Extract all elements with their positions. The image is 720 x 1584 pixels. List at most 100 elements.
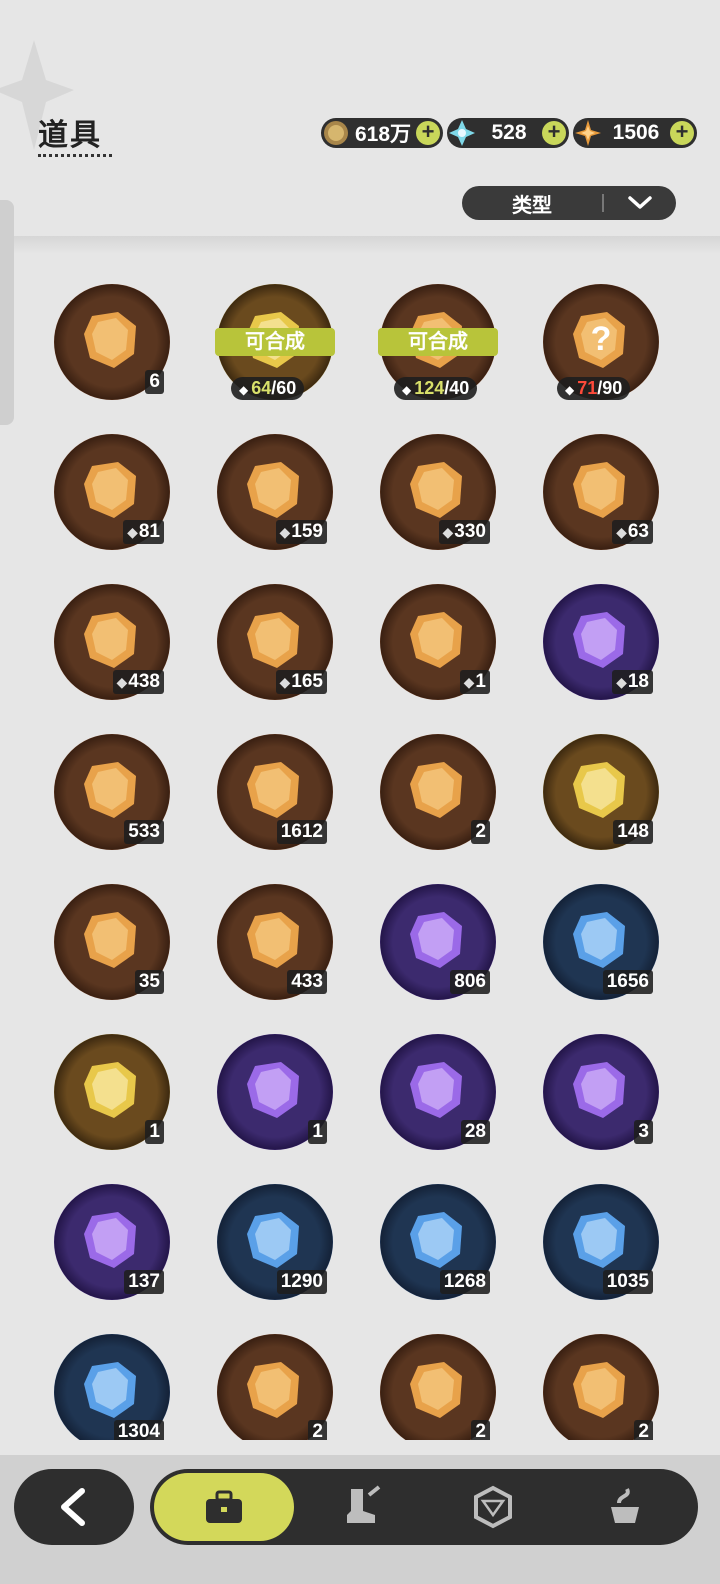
inventory-item[interactable]: 28 xyxy=(380,1034,496,1150)
pickaxe-icon xyxy=(573,1212,625,1268)
blue-star-crystal-icon xyxy=(247,762,299,818)
star-shard-icon xyxy=(574,119,602,147)
inventory-item[interactable]: ◆330 xyxy=(380,434,496,550)
gold-pouch-icon xyxy=(410,1062,462,1118)
inventory-item[interactable]: ? ◆ 71/90 xyxy=(543,284,659,400)
fragment-progress: ◆ 71/90 xyxy=(557,377,631,400)
inventory-item[interactable]: 1612 xyxy=(217,734,333,850)
add-crystal-button[interactable]: + xyxy=(542,121,566,145)
tab-items[interactable] xyxy=(154,1473,294,1541)
inventory-item[interactable]: 可合成 ◆ 64/60 xyxy=(215,284,335,400)
puzzle-piece-icon: ◆ xyxy=(616,524,627,540)
back-button[interactable] xyxy=(14,1469,134,1545)
item-count-value: 1612 xyxy=(280,821,323,842)
add-star-shard-button[interactable]: + xyxy=(670,121,694,145)
inventory-item[interactable]: 3 xyxy=(543,1034,659,1150)
white-mouse-puzzle-icon xyxy=(84,462,136,518)
item-count: 3 xyxy=(634,1120,653,1144)
inventory-item[interactable]: ◆63 xyxy=(543,434,659,550)
inventory-item[interactable]: 2 xyxy=(380,1334,496,1440)
inventory-item[interactable]: 1268 xyxy=(380,1184,496,1300)
inventory-item[interactable]: ◆159 xyxy=(217,434,333,550)
type-filter-label: 类型 xyxy=(512,194,552,217)
gold-coin-icon xyxy=(322,119,350,147)
inventory-item[interactable]: 6 xyxy=(54,284,170,400)
inventory-item[interactable]: 2 xyxy=(543,1334,659,1440)
fragment-progress: ◆ 124/40 xyxy=(394,377,478,400)
inventory-item[interactable]: ◆1 xyxy=(380,584,496,700)
birthday-cake-icon xyxy=(84,1062,136,1118)
item-count: 6 xyxy=(145,370,164,394)
inventory-item[interactable]: ◆18 xyxy=(543,584,659,700)
inventory-item[interactable]: 2 xyxy=(380,734,496,850)
inventory-item[interactable]: 1290 xyxy=(217,1184,333,1300)
item-count-value: 18 xyxy=(627,671,649,692)
inventory-item[interactable]: 1 xyxy=(217,1034,333,1150)
puzzle-piece-icon: ◆ xyxy=(616,674,627,690)
inventory-item[interactable]: 1 xyxy=(54,1034,170,1150)
item-count: 433 xyxy=(287,970,327,994)
item-count: 1290 xyxy=(276,1270,327,1294)
item-count-value: 438 xyxy=(128,671,160,692)
inventory-item[interactable]: 806 xyxy=(380,884,496,1000)
purple-crystal-icon xyxy=(84,312,136,368)
lavender-cat-puzzle-icon xyxy=(247,612,299,668)
purple-cat-puzzle-icon xyxy=(573,612,625,668)
item-count: ◆63 xyxy=(612,520,653,544)
item-count-value: 1290 xyxy=(280,1271,323,1292)
puzzle-piece-icon: ◆ xyxy=(442,524,454,540)
briefcase-icon xyxy=(206,1490,242,1523)
hexagon-icon xyxy=(473,1485,512,1529)
gold-coin-counter: 618万 + xyxy=(321,118,443,148)
star-shard-value: 1506 xyxy=(612,121,660,144)
inventory-item[interactable]: 1656 xyxy=(543,884,659,1000)
bear-puzzle-icon xyxy=(247,462,299,518)
orange-card-icon xyxy=(247,912,299,968)
tab-gems[interactable] xyxy=(424,1469,561,1545)
pink-star-crystal-icon xyxy=(84,762,136,818)
tab-food[interactable] xyxy=(556,1469,693,1545)
nav-tab-bar xyxy=(150,1469,698,1545)
fragment-have: 71 xyxy=(577,378,598,398)
item-count: 1656 xyxy=(602,970,653,994)
item-count-value: 2 xyxy=(312,1421,323,1440)
item-count: 137 xyxy=(124,1270,164,1294)
inventory-item[interactable]: ◆81 xyxy=(54,434,170,550)
fragment-need: /90 xyxy=(597,378,623,398)
blue-card-icon xyxy=(573,912,625,968)
inventory-item[interactable]: ◆438 xyxy=(54,584,170,700)
item-count-value: 159 xyxy=(291,521,323,542)
gold-coin-value: 618万 xyxy=(354,123,412,146)
hammer-icon xyxy=(84,1362,136,1418)
inventory-item[interactable]: 1304 xyxy=(54,1334,170,1440)
scroll-icon xyxy=(573,1062,625,1118)
inventory-item[interactable]: 533 xyxy=(54,734,170,850)
item-count-value: 1268 xyxy=(443,1271,486,1292)
item-count-value: 1656 xyxy=(606,971,649,992)
inventory-item[interactable]: 2 xyxy=(217,1334,333,1440)
puzzle-piece-icon: ◆ xyxy=(565,383,575,397)
paw-medal-icon xyxy=(410,762,462,818)
knight-puzzle-icon xyxy=(410,462,462,518)
item-count: ◆1 xyxy=(459,670,490,694)
shovel-icon xyxy=(247,1212,299,1268)
type-filter-dropdown[interactable]: 类型 xyxy=(462,186,676,220)
item-count-value: 165 xyxy=(291,671,323,692)
inventory-item[interactable]: 148 xyxy=(543,734,659,850)
item-count-value: 35 xyxy=(138,971,160,992)
inventory-item[interactable]: ◆165 xyxy=(217,584,333,700)
inventory-item[interactable]: 35 xyxy=(54,884,170,1000)
inventory-item[interactable]: 433 xyxy=(217,884,333,1000)
item-count: 35 xyxy=(134,970,164,994)
item-count: 2 xyxy=(634,1420,653,1440)
add-gold-button[interactable]: + xyxy=(416,121,440,145)
tab-equipment[interactable] xyxy=(292,1469,429,1545)
item-count: 2 xyxy=(308,1420,327,1440)
item-count-value: 1304 xyxy=(117,1421,160,1440)
inventory-item[interactable]: 1035 xyxy=(543,1184,659,1300)
inventory-item[interactable]: 137 xyxy=(54,1184,170,1300)
item-count: 28 xyxy=(460,1120,490,1144)
header-shadow xyxy=(14,236,720,254)
inventory-item[interactable]: 可合成 ◆ 124/40 xyxy=(378,284,498,400)
item-count-value: 2 xyxy=(475,1421,486,1440)
